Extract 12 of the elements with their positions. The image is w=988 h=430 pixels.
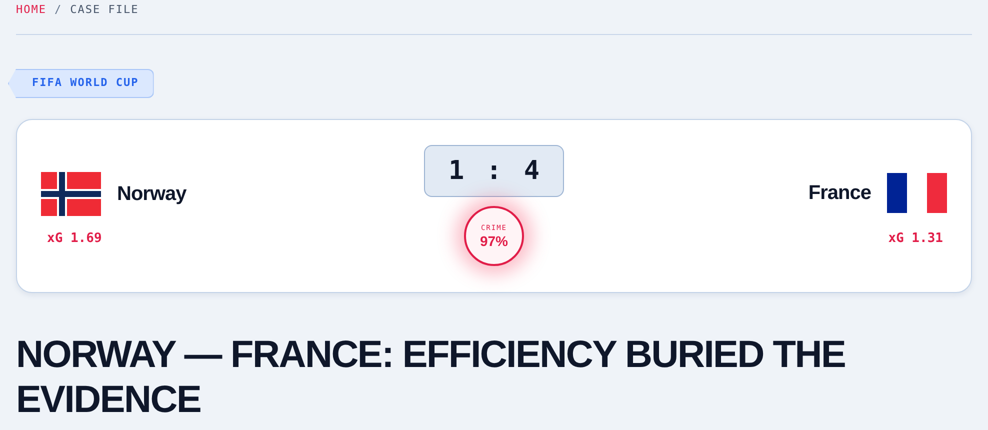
team-name: Norway <box>117 182 186 207</box>
flag-icon <box>41 172 101 216</box>
home-link[interactable]: HOME <box>16 2 46 18</box>
score-box: 1 : 4 <box>424 145 564 197</box>
team-name: France <box>808 181 871 206</box>
breadcrumb-current: CASE FILE <box>70 2 139 18</box>
xg-value: xG 1.31 <box>888 230 943 248</box>
flag-icon <box>887 173 947 213</box>
xg-value: xG 1.69 <box>47 230 103 248</box>
breadcrumb-separator: / <box>54 2 62 18</box>
headline: NORWAY — FRANCE: EFFICIENCY BURIED THE EVIDENCE <box>16 333 846 423</box>
category-tag: FIFA WORLD CUP <box>8 69 154 98</box>
